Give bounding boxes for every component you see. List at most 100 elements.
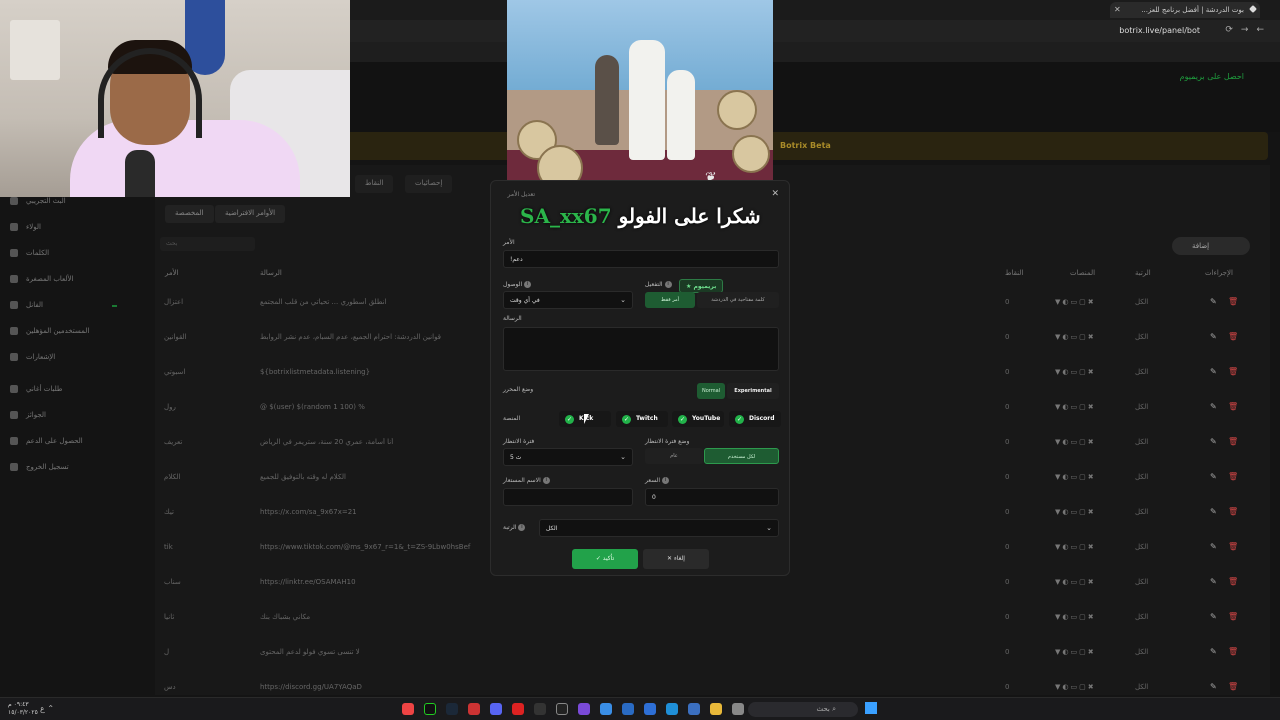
- delete-icon[interactable]: 🗑: [1228, 507, 1238, 516]
- tab-stats[interactable]: إحصائيات: [405, 175, 453, 193]
- command-name: القوانين: [164, 333, 187, 341]
- app-icon[interactable]: [600, 703, 612, 715]
- command-message: https://linktr.ee/OSAMAH10: [260, 578, 356, 586]
- edit-icon[interactable]: ✎: [1210, 507, 1217, 516]
- delete-icon[interactable]: 🗑: [1228, 402, 1238, 411]
- delete-icon[interactable]: 🗑: [1228, 682, 1238, 691]
- enable-option-keyword[interactable]: كلمة مفتاحية في الدردشة: [697, 292, 779, 308]
- info-icon[interactable]: i: [524, 281, 532, 288]
- sidebar-item[interactable]: المستخدمين المؤهلين: [10, 327, 89, 335]
- platform-discord[interactable]: ✓ Discord: [729, 411, 781, 427]
- steam-icon[interactable]: [446, 703, 458, 715]
- browser-tab[interactable]: ✕ بوت الدردشة | أفضل برنامج للعز...: [1110, 2, 1260, 18]
- delete-icon[interactable]: 🗑: [1228, 332, 1238, 341]
- language-indicator[interactable]: ع: [40, 704, 45, 713]
- edit-icon[interactable]: ✎: [1210, 682, 1217, 691]
- edit-icon[interactable]: ✎: [1210, 472, 1217, 481]
- delete-icon[interactable]: 🗑: [1228, 472, 1238, 481]
- sidebar-item[interactable]: الفانل: [10, 301, 43, 309]
- store-icon[interactable]: [644, 703, 656, 715]
- platform-youtube[interactable]: ✓ YouTube: [672, 411, 724, 427]
- nav-arrows-icon[interactable]: ⟳→←: [1225, 25, 1272, 35]
- filter-default[interactable]: الأوامر الافتراضية: [215, 205, 286, 223]
- delete-icon[interactable]: 🗑: [1228, 577, 1238, 586]
- edit-icon[interactable]: ✎: [1210, 647, 1217, 656]
- edge-icon[interactable]: [666, 703, 678, 715]
- sidebar-item[interactable]: الولاء: [10, 223, 41, 231]
- column-header-points[interactable]: النقاط: [1005, 269, 1023, 277]
- cooldown-mode-per-user[interactable]: لكل مستخدم: [704, 448, 779, 464]
- app-icon[interactable]: [468, 703, 480, 715]
- app-icon[interactable]: [556, 703, 568, 715]
- delete-icon[interactable]: 🗑: [1228, 367, 1238, 376]
- windows-start-icon[interactable]: [865, 702, 877, 714]
- edit-icon[interactable]: ✎: [1210, 437, 1217, 446]
- info-icon[interactable]: i: [518, 524, 526, 531]
- command-input[interactable]: !دعم: [503, 250, 779, 268]
- edit-icon[interactable]: ✎: [1210, 367, 1217, 376]
- confirm-button[interactable]: ✓ تأكيد: [572, 549, 638, 569]
- app-icon[interactable]: [732, 703, 744, 715]
- mode-normal[interactable]: Normal: [697, 383, 725, 399]
- access-select[interactable]: في أي وقت ⌄: [503, 291, 633, 309]
- edit-icon[interactable]: ✎: [1210, 402, 1217, 411]
- platform-twitch[interactable]: ✓ Twitch: [616, 411, 668, 427]
- rank-select[interactable]: الكل ⌄: [539, 519, 779, 537]
- close-icon[interactable]: ✕: [1114, 5, 1121, 14]
- clock[interactable]: ٠٩:٤٣ م ١٥/٠٣/٢٠٢٥: [8, 701, 38, 717]
- app-icon[interactable]: [688, 703, 700, 715]
- close-icon[interactable]: ✕: [771, 189, 779, 199]
- edit-icon[interactable]: ✎: [1210, 542, 1217, 551]
- enable-option-command[interactable]: أمر فقط: [645, 292, 695, 308]
- sidebar-item[interactable]: الكلمات: [10, 249, 49, 257]
- app-icon[interactable]: [622, 703, 634, 715]
- sidebar-item[interactable]: الجوائز: [10, 411, 46, 419]
- edit-icon[interactable]: ✎: [1210, 612, 1217, 621]
- discord-icon[interactable]: [490, 703, 502, 715]
- url-field[interactable]: botrix.live/panel/bot: [1119, 26, 1200, 35]
- edit-icon[interactable]: ✎: [1210, 332, 1217, 341]
- sidebar-item[interactable]: الألعاب المصغرة: [10, 275, 74, 283]
- app-icon[interactable]: [424, 703, 436, 715]
- info-icon[interactable]: i: [664, 281, 672, 288]
- follow-alert-text: SA_xx67 شكرا على الفولو: [520, 204, 761, 228]
- get-premium-link[interactable]: احصل على بريميوم: [1180, 72, 1244, 81]
- chrome-icon[interactable]: [402, 703, 414, 715]
- app-icon[interactable]: [578, 703, 590, 715]
- tab-points[interactable]: النقاط: [355, 175, 394, 193]
- obs-icon[interactable]: [512, 703, 524, 715]
- cost-input[interactable]: 0: [645, 488, 779, 506]
- delete-icon[interactable]: 🗑: [1228, 647, 1238, 656]
- delete-icon[interactable]: 🗑: [1228, 542, 1238, 551]
- platform-icons: ▼◐▭▢✖: [1055, 403, 1096, 411]
- app-icon[interactable]: [534, 703, 546, 715]
- folder-icon[interactable]: [710, 703, 722, 715]
- search-input[interactable]: بحث: [160, 237, 255, 251]
- delete-icon[interactable]: 🗑: [1228, 437, 1238, 446]
- command-points: 0: [1005, 438, 1010, 446]
- system-tray[interactable]: ع ⌃: [40, 704, 54, 713]
- cooldown-mode-global[interactable]: عام: [645, 448, 703, 464]
- cancel-button[interactable]: ✕ إلغاء: [643, 549, 709, 569]
- add-command-button[interactable]: إضافة: [1172, 237, 1250, 255]
- sidebar-item[interactable]: تسجيل الخروج: [10, 463, 69, 471]
- edit-icon[interactable]: ✎: [1210, 577, 1217, 586]
- delete-icon[interactable]: 🗑: [1228, 297, 1238, 306]
- sidebar-item[interactable]: الإشعارات: [10, 353, 55, 361]
- alias-input[interactable]: [503, 488, 633, 506]
- taskbar-search[interactable]: بحث ⌕: [748, 702, 858, 717]
- message-textarea[interactable]: [503, 327, 779, 371]
- column-header-name[interactable]: الأمر: [165, 269, 179, 277]
- mode-experimental[interactable]: Experimental: [727, 383, 779, 399]
- filter-custom[interactable]: المخصصة: [165, 205, 214, 223]
- info-icon[interactable]: i: [542, 477, 550, 484]
- sidebar-item[interactable]: طلبات أغاني: [10, 385, 62, 393]
- edit-icon[interactable]: ✎: [1210, 297, 1217, 306]
- column-header-rank[interactable]: الرتبة: [1135, 269, 1151, 277]
- info-icon[interactable]: i: [661, 477, 669, 484]
- cooldown-select[interactable]: 5 ث ⌄: [503, 448, 633, 466]
- sidebar-item[interactable]: الحصول على الدعم: [10, 437, 83, 445]
- sidebar-item[interactable]: البث التجريبي: [10, 197, 66, 205]
- delete-icon[interactable]: 🗑: [1228, 612, 1238, 621]
- command-rank: الكل: [1135, 298, 1149, 306]
